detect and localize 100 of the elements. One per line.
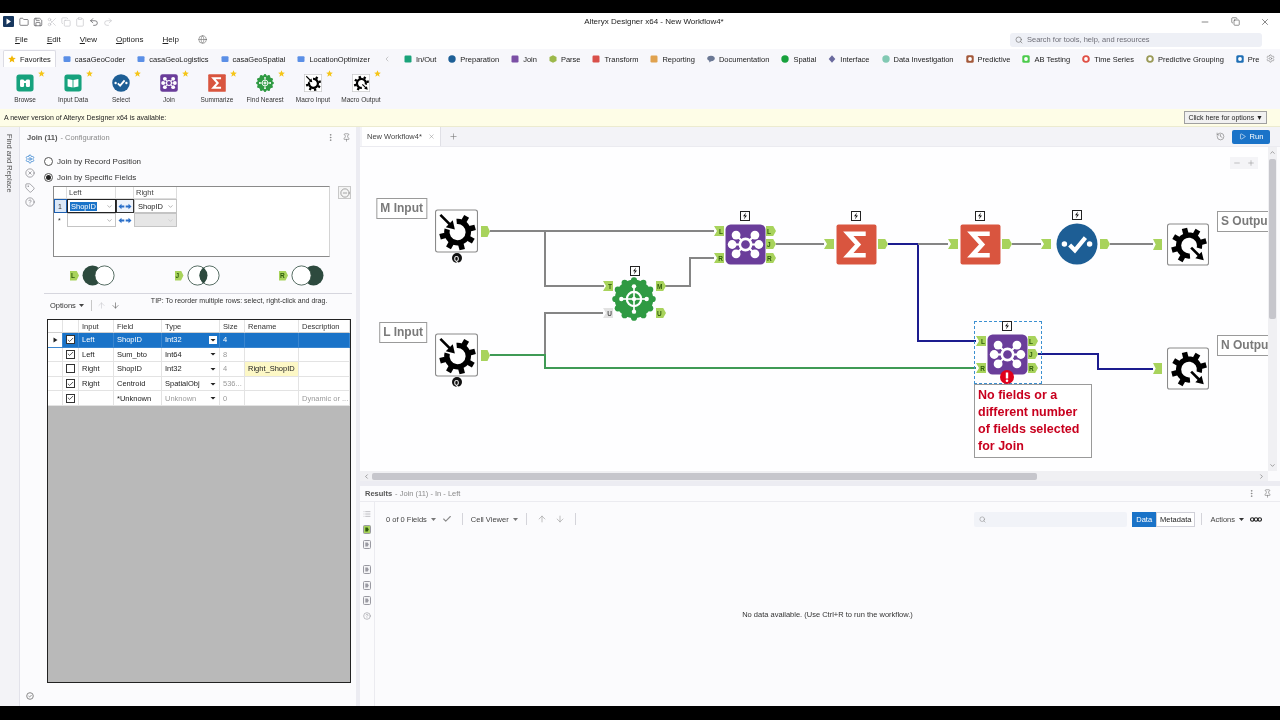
globe-icon[interactable] (198, 35, 207, 44)
checkbox[interactable] (66, 364, 75, 374)
radio-option[interactable]: Join by Specific Fields (44, 169, 352, 185)
play-icon (1238, 133, 1246, 140)
help-icon[interactable] (25, 196, 35, 207)
pin-icon[interactable] (342, 132, 351, 142)
error-annotation: No fields or a different number of fields selected for Join (974, 384, 1092, 458)
scrollbar-thumb[interactable] (1269, 159, 1276, 319)
node-label: M Input (376, 198, 427, 219)
row-pointer-icon (52, 336, 58, 343)
vertical-scrollbar[interactable] (1268, 147, 1277, 471)
input-anchor-icon[interactable] (1153, 363, 1162, 374)
scrollbar-thumb[interactable] (372, 472, 1037, 480)
menu-item[interactable]: Help (154, 32, 187, 47)
horizontal-scrollbar[interactable] (360, 471, 1268, 481)
scroll-down-icon[interactable] (1269, 462, 1276, 469)
macro-output-tool-node[interactable] (1167, 347, 1209, 390)
double-arrow-icon (118, 202, 132, 210)
dropdown-arrow-icon[interactable] (209, 335, 217, 344)
search-field[interactable] (974, 511, 1128, 527)
input-anchor-icon[interactable] (1153, 239, 1162, 250)
radio-icon[interactable] (44, 172, 53, 182)
pin-icon[interactable] (1263, 489, 1272, 498)
three-rings-icon[interactable] (1250, 516, 1262, 522)
check-icon[interactable] (441, 514, 452, 524)
close-icon[interactable] (1260, 16, 1270, 27)
close-tab-icon[interactable] (427, 133, 435, 140)
output-anchor-icon[interactable] (481, 226, 490, 237)
menu-item[interactable]: View (71, 32, 105, 47)
output-anchor-icon[interactable] (1002, 239, 1012, 249)
zoom-out-icon[interactable] (1233, 159, 1241, 167)
macro-input-tool-node[interactable] (435, 209, 478, 253)
favorite-star-icon[interactable] (374, 70, 381, 77)
arrow-up-icon[interactable] (536, 514, 547, 524)
folder-icon[interactable] (19, 16, 29, 27)
book-icon (64, 74, 82, 92)
input-anchor-icon[interactable] (1041, 239, 1051, 249)
input-anchor-icon[interactable] (824, 239, 834, 249)
history-icon[interactable] (1216, 132, 1225, 141)
radio-option[interactable]: Join by Record Position (44, 153, 352, 169)
favorite-star-icon[interactable] (38, 70, 45, 77)
zoom-in-icon[interactable] (1247, 159, 1255, 167)
scroll-up-icon[interactable] (1269, 149, 1276, 156)
tag-icon[interactable] (25, 182, 35, 193)
join-tool-node[interactable] (987, 334, 1028, 375)
select-tool-node[interactable] (1056, 223, 1098, 265)
checkbox[interactable] (66, 379, 75, 389)
input-anchor-icon[interactable] (948, 239, 958, 249)
checkbox[interactable] (66, 335, 75, 345)
binoculars-icon (16, 74, 34, 92)
left-field-select[interactable] (67, 213, 116, 227)
summarize-tool-node[interactable] (960, 224, 1001, 265)
move-down-icon[interactable] (110, 301, 120, 310)
favorite-star-icon[interactable] (134, 70, 141, 77)
caret-icon (78, 304, 84, 307)
anchor-tab-icon[interactable] (363, 524, 371, 534)
output-anchor-icon[interactable] (878, 239, 888, 249)
node-label: L Input (379, 322, 427, 343)
scroll-left-icon[interactable] (363, 472, 370, 480)
help-icon[interactable] (363, 611, 371, 620)
arrow-down-icon[interactable] (554, 514, 565, 524)
right-venn-icon (291, 265, 324, 286)
favorite-star-icon[interactable] (86, 70, 93, 77)
menu-item[interactable]: Options (107, 32, 152, 47)
check-circle-icon[interactable] (26, 692, 34, 700)
settings-icon[interactable] (25, 154, 35, 164)
favorite-star-icon[interactable] (230, 70, 237, 77)
favorite-star-icon[interactable] (326, 70, 333, 77)
more-options-icon[interactable] (1247, 489, 1256, 498)
favorite-star-icon[interactable] (278, 70, 285, 77)
more-options-icon[interactable] (326, 132, 335, 142)
node-label: S Outpu (1217, 211, 1268, 232)
output-anchor-icon[interactable] (1100, 239, 1110, 249)
new-tab-icon[interactable] (448, 132, 458, 141)
window-title: Alteryx Designer x64 - New Workflow4* (584, 17, 724, 26)
left-venn-icon (82, 265, 115, 286)
join-hub-icon (160, 74, 178, 92)
checkbox[interactable] (66, 393, 75, 403)
inner-venn-icon (186, 265, 220, 286)
save-icon[interactable] (33, 16, 43, 27)
join-tool-node[interactable] (725, 224, 766, 265)
summarize-tool-node[interactable] (836, 224, 877, 265)
radio-icon[interactable] (44, 156, 53, 166)
list-icon[interactable] (363, 510, 371, 518)
x-circle-icon[interactable] (25, 168, 35, 179)
checkbox[interactable] (66, 349, 75, 359)
find-nearest-tool-node[interactable] (612, 277, 656, 321)
undo-icon[interactable] (89, 16, 99, 27)
macro-output-tool-node[interactable] (1167, 223, 1209, 266)
menu-item[interactable]: Edit (38, 32, 69, 47)
macro-input-tool-node[interactable] (435, 333, 478, 377)
menu-item[interactable]: File (7, 32, 36, 47)
scroll-right-icon[interactable] (1258, 472, 1265, 480)
remove-row-button[interactable] (338, 186, 351, 199)
minus-circle-icon (339, 187, 350, 198)
restore-icon[interactable] (1230, 17, 1240, 26)
caret-icon (1239, 517, 1244, 521)
output-anchor-icon[interactable] (481, 350, 490, 361)
favorite-star-icon[interactable] (182, 70, 189, 77)
settings-icon[interactable] (1266, 54, 1276, 63)
